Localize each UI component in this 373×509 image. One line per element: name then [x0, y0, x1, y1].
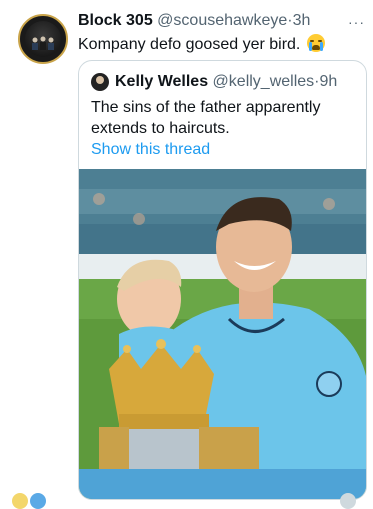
author-handle[interactable]: @scousehawkeye [157, 12, 287, 29]
show-thread-link[interactable]: Show this thread [91, 141, 210, 159]
reaction-icon[interactable] [12, 493, 28, 509]
share-icon[interactable] [340, 493, 356, 509]
quoted-author-handle[interactable]: @kelly_welles [213, 73, 315, 90]
author-avatar[interactable] [18, 14, 68, 64]
tweet-time[interactable]: 3h [293, 12, 311, 29]
quoted-tweet-text: The sins of the father apparently extend… [91, 99, 321, 137]
photo-illustration [79, 169, 366, 499]
avatar-figures-icon [32, 36, 54, 50]
reaction-icon-2[interactable] [30, 493, 46, 509]
tweet-photo[interactable] [79, 169, 366, 499]
tweet-actions [0, 493, 373, 509]
more-options-icon[interactable]: ··· [348, 14, 365, 30]
loudly-crying-face-icon [306, 34, 325, 52]
tweet-text-container: Kompany defo goosed yer bird. [78, 34, 363, 56]
quoted-tweet-time[interactable]: 9h [319, 73, 337, 90]
tweet[interactable]: Block 305 @scousehawkeye·3h ··· Kompany … [0, 0, 373, 509]
quoted-author-name[interactable]: Kelly Welles [115, 73, 208, 90]
tweet-header: Block 305 @scousehawkeye·3h [78, 12, 363, 34]
quoted-tweet[interactable]: Kelly Welles @kelly_welles·9h The sins o… [78, 60, 367, 500]
author-name[interactable]: Block 305 [78, 12, 153, 29]
quoted-tweet-header: Kelly Welles @kelly_welles·9h [115, 73, 337, 91]
tweet-text: Kompany defo goosed yer bird. [78, 36, 301, 53]
quoted-author-avatar[interactable] [91, 73, 109, 91]
